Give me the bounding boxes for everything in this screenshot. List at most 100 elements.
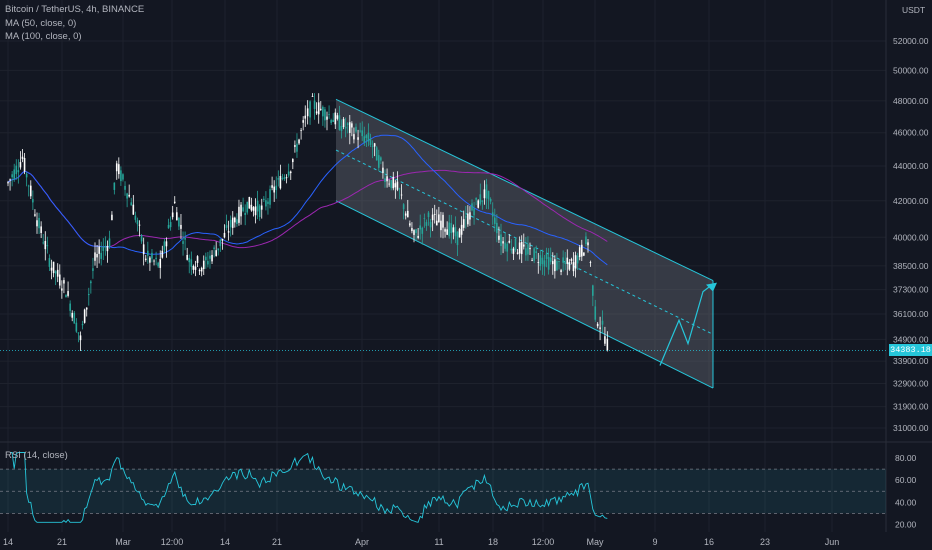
candle-body: [157, 262, 159, 267]
candle-body: [531, 259, 533, 261]
candle-body: [36, 220, 38, 227]
candle-body: [165, 241, 168, 247]
candle-body: [163, 241, 166, 251]
candle-body: [27, 185, 30, 187]
candle-body: [522, 244, 525, 247]
candle-body: [361, 130, 364, 137]
candle-body: [464, 216, 467, 218]
candle-body: [227, 231, 230, 233]
candle-body: [529, 248, 531, 250]
candle-body: [462, 219, 465, 228]
candle-body: [200, 267, 203, 272]
candle-body: [92, 268, 94, 271]
candle-body: [254, 206, 257, 216]
candle-body: [566, 257, 569, 264]
time-tick-label: 16: [704, 537, 714, 547]
candle-body: [198, 270, 201, 272]
candle-body: [267, 201, 269, 204]
candle-body: [518, 242, 521, 254]
candle-body: [477, 200, 480, 208]
candle-body: [207, 260, 209, 265]
candle-body: [190, 259, 193, 267]
candle-body: [69, 303, 71, 311]
candle-body: [547, 256, 550, 270]
price-tick-label: 52000.00: [893, 36, 929, 46]
price-tick-label: 50000.00: [893, 65, 929, 75]
candle-body: [124, 185, 126, 190]
candle-body: [169, 222, 172, 228]
candle-body: [377, 155, 380, 168]
candle-body: [258, 205, 261, 218]
candle-body: [429, 221, 432, 228]
candle-body: [404, 213, 407, 216]
candle-body: [263, 198, 265, 200]
candle-body: [63, 280, 65, 284]
candle-body: [326, 116, 328, 120]
candle-body: [338, 115, 341, 130]
time-tick-label: 23: [760, 537, 770, 547]
time-tick-label: Jun: [825, 537, 840, 547]
candle-body: [493, 217, 496, 224]
candle-body: [504, 242, 506, 249]
candle-body: [415, 229, 417, 233]
candle-body: [159, 258, 162, 268]
candle-body: [242, 207, 244, 212]
candle-body: [87, 294, 90, 296]
candle-body: [42, 242, 45, 244]
currency-label: USDT: [902, 5, 926, 15]
candle-body: [440, 220, 442, 231]
candle-body: [539, 255, 542, 267]
candle-body: [417, 235, 419, 238]
candle-body: [427, 212, 430, 218]
candle-body: [313, 100, 316, 109]
candle-body: [535, 251, 538, 254]
candle-body: [211, 254, 213, 262]
price-tick-label: 32900.00: [893, 378, 929, 388]
candle-body: [98, 246, 100, 254]
price-tick-label: 38500.00: [893, 261, 929, 271]
candle-body: [317, 102, 320, 115]
candle-body: [367, 132, 370, 142]
candle-body: [543, 260, 546, 267]
candle-body: [556, 261, 558, 271]
candle-body: [292, 159, 294, 163]
candle-body: [304, 115, 307, 119]
candle-body: [467, 213, 469, 225]
candle-body: [287, 171, 290, 176]
candle-body: [29, 185, 32, 197]
candle-body: [359, 130, 361, 132]
candle-body: [240, 204, 242, 217]
candle-body: [570, 259, 573, 261]
ma100-legend: MA (100, close, 0): [5, 31, 82, 42]
candle-body: [9, 179, 11, 181]
candle-body: [442, 214, 444, 228]
candle-body: [324, 109, 326, 121]
candle-body: [192, 265, 195, 270]
candle-body: [265, 200, 267, 207]
candle-body: [81, 323, 84, 326]
candle-body: [184, 238, 186, 240]
candle-body: [583, 252, 585, 256]
candle-body: [11, 174, 13, 178]
candle-body: [537, 262, 540, 263]
candle-body: [140, 235, 143, 242]
candle-body: [460, 224, 463, 235]
candle-body: [94, 252, 96, 261]
candle-body: [516, 252, 519, 254]
candle-body: [271, 185, 273, 188]
candle-body: [122, 174, 124, 180]
candle-body: [483, 189, 486, 199]
candle-body: [173, 201, 176, 203]
candle-body: [533, 248, 535, 261]
candle-body: [217, 248, 220, 251]
chart-canvas[interactable]: 52000.00 50000.00 48000.00 46000.00 44000.00…: [0, 0, 932, 550]
candle-body: [283, 177, 286, 179]
candle-body: [298, 139, 300, 144]
candle-body: [19, 162, 22, 168]
candle-body: [213, 247, 215, 249]
candle-body: [180, 224, 182, 229]
candle-body: [215, 250, 217, 256]
candle-body: [289, 171, 292, 174]
candle-body: [23, 158, 26, 172]
ma50-legend: MA (50, close, 0): [5, 18, 77, 29]
